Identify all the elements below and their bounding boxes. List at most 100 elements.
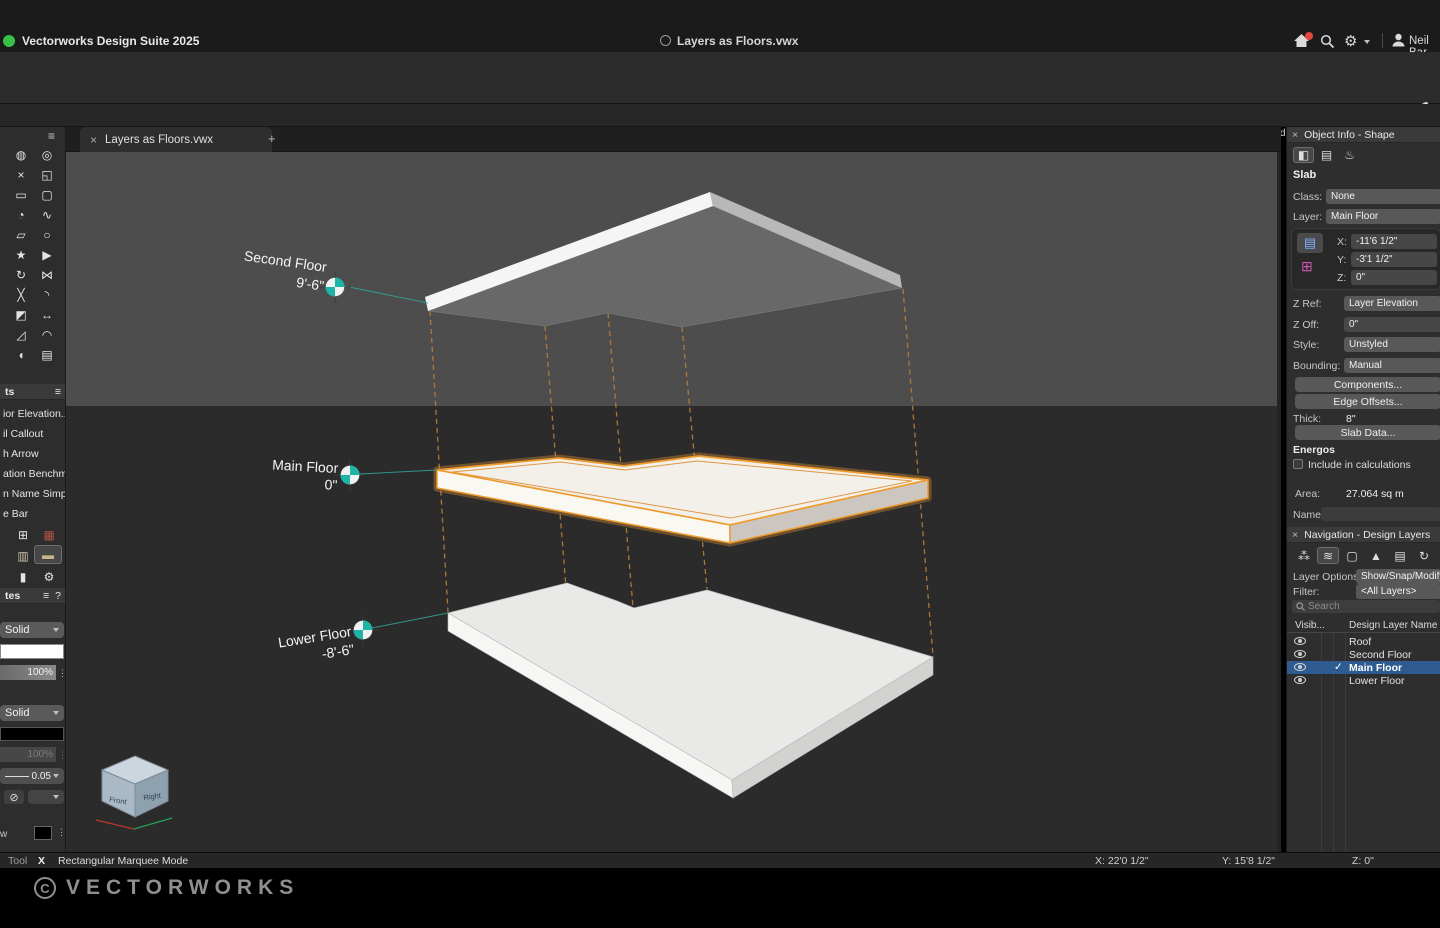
- layer-field[interactable]: Main Floor: [1326, 209, 1440, 224]
- pan-tool[interactable]: ×: [8, 165, 34, 185]
- pen-style-dropdown[interactable]: Solid: [0, 705, 64, 721]
- circle-tool[interactable]: ○: [34, 225, 60, 245]
- palette-menu-icon[interactable]: ≡: [48, 129, 55, 143]
- oip-render-tab[interactable]: ♨: [1339, 147, 1360, 163]
- navigation-close-icon[interactable]: ×: [1292, 529, 1298, 541]
- gear-icon[interactable]: ⚙: [1344, 32, 1357, 50]
- y-field[interactable]: -3'1 1/2": [1351, 252, 1437, 267]
- tape-measure-tool[interactable]: ▤: [34, 345, 60, 365]
- selection-pointer-tool[interactable]: ▶: [34, 245, 60, 265]
- z-ref-field[interactable]: Layer Elevation: [1344, 296, 1440, 311]
- flyover-tool[interactable]: ◍: [8, 145, 34, 165]
- rotate-tool[interactable]: ↻: [8, 265, 34, 285]
- push-pull-tool[interactable]: ◱: [34, 165, 60, 185]
- extrude-tool[interactable]: ◩: [8, 305, 34, 325]
- fill-opacity-slider[interactable]: 100%: [0, 665, 56, 680]
- name-column-header[interactable]: Design Layer Name: [1349, 620, 1437, 631]
- viewport-3d[interactable]: Second Floor 9'-6" Main Floor 0" Lower F…: [66, 152, 1281, 852]
- trim-tool[interactable]: ╳: [8, 285, 34, 305]
- screen-plane-icon[interactable]: ▤: [1297, 233, 1323, 253]
- stake-list-item[interactable]: ation Benchm...: [0, 464, 66, 484]
- fill-opacity-menu-icon[interactable]: ⋮: [58, 668, 66, 679]
- nav-tab-saved-views[interactable]: ▤: [1389, 547, 1411, 564]
- stake-list-item[interactable]: e Bar: [0, 504, 66, 524]
- nav-tab-classes[interactable]: ⁂: [1293, 547, 1315, 564]
- keynote-icon[interactable]: ▮: [10, 567, 36, 587]
- line-weight-dropdown[interactable]: 0.05: [0, 768, 64, 784]
- layer-search-box[interactable]: [1292, 600, 1440, 613]
- offset-tool[interactable]: ◿: [8, 325, 34, 345]
- navigation-header[interactable]: × Navigation - Design Layers: [1287, 527, 1440, 543]
- line-type-icon[interactable]: ⊘: [4, 790, 24, 804]
- attributes-menu-icon[interactable]: ≡: [43, 590, 49, 602]
- include-calculations-checkbox[interactable]: [1293, 459, 1303, 469]
- protractor-tool[interactable]: ◖: [8, 345, 34, 365]
- rounded-rectangle-tool[interactable]: ▢: [34, 185, 60, 205]
- layer-plane-icon[interactable]: ⊞: [1301, 258, 1313, 275]
- lower-floor-visibility-icon[interactable]: [1294, 676, 1306, 684]
- class-field[interactable]: None: [1326, 189, 1440, 204]
- magic-wand-tool[interactable]: ★: [8, 245, 34, 265]
- nav-tab-sheet-layers[interactable]: ▢: [1341, 547, 1363, 564]
- grid-tool-icon[interactable]: ⊞: [10, 525, 36, 545]
- roof-visibility-icon[interactable]: [1294, 637, 1306, 645]
- canvas-right-gutter[interactable]: [1277, 152, 1281, 852]
- stake-list-item[interactable]: ior Elevation...: [0, 404, 66, 424]
- layer-options-dropdown[interactable]: Show/Snap/Modify O: [1356, 569, 1440, 584]
- arc-tool[interactable]: ◔: [8, 205, 34, 225]
- stakes-menu-icon[interactable]: ≡: [55, 386, 61, 398]
- filter-dropdown[interactable]: <All Layers>: [1356, 584, 1440, 599]
- fillet-tool[interactable]: ◝: [34, 285, 60, 305]
- x-field[interactable]: -11'6 1/2": [1351, 234, 1437, 249]
- line-type-dropdown[interactable]: [28, 790, 64, 804]
- stake-list-item[interactable]: n Name Simple: [0, 484, 66, 504]
- new-tab-button[interactable]: +: [268, 131, 276, 146]
- second-floor-visibility-icon[interactable]: [1294, 650, 1306, 658]
- stakes-panel-header[interactable]: ts ≡: [0, 384, 66, 400]
- style-field[interactable]: Unstyled: [1344, 337, 1440, 352]
- layer-row-second-floor[interactable]: Second Floor: [1287, 648, 1440, 661]
- edge-offsets-button[interactable]: Edge Offsets...: [1295, 394, 1440, 409]
- main-floor-visibility-icon[interactable]: [1294, 663, 1306, 671]
- zoom-tool[interactable]: ◎: [34, 145, 60, 165]
- polygon-tool[interactable]: ▱: [8, 225, 34, 245]
- freehand-tool[interactable]: ∿: [34, 205, 60, 225]
- gear-chevron-icon[interactable]: [1364, 40, 1370, 44]
- nav-tab-design-layers[interactable]: ≋: [1317, 547, 1339, 564]
- pen-color-swatch[interactable]: [0, 727, 64, 741]
- tab-close-icon[interactable]: ×: [90, 133, 97, 147]
- layer-row-roof[interactable]: Roof: [1287, 635, 1440, 648]
- layer-row-main-floor[interactable]: ✓ Main Floor: [1287, 661, 1440, 674]
- components-button[interactable]: Components...: [1295, 377, 1440, 392]
- stake-list-item[interactable]: h Arrow: [0, 444, 66, 464]
- name-field[interactable]: [1321, 507, 1440, 521]
- fill-color-swatch[interactable]: [0, 644, 64, 659]
- visibility-column-header[interactable]: Visib...: [1295, 620, 1325, 631]
- search-icon[interactable]: [1320, 34, 1335, 54]
- shadow-color-swatch[interactable]: [34, 826, 52, 840]
- mirror-tool[interactable]: ⋈: [34, 265, 60, 285]
- building-tool-icon[interactable]: ▦: [36, 525, 62, 545]
- object-info-close-icon[interactable]: ×: [1292, 129, 1298, 141]
- shadow-menu-icon[interactable]: ⋮: [57, 827, 66, 838]
- titlebar-doc-title[interactable]: Layers as Floors.vwx: [677, 34, 798, 48]
- reshape-tool[interactable]: ↔: [34, 305, 60, 325]
- rectangle-tool[interactable]: ▭: [8, 185, 34, 205]
- attributes-panel-header[interactable]: tes ≡ ?: [0, 588, 66, 604]
- document-tab[interactable]: × Layers as Floors.vwx: [80, 127, 272, 152]
- image-prop-icon[interactable]: ▥: [10, 546, 36, 566]
- user-icon[interactable]: [1392, 33, 1405, 52]
- stake-list-item[interactable]: il Callout: [0, 424, 66, 444]
- traffic-light-green[interactable]: [3, 35, 15, 47]
- nav-tab-viewports[interactable]: ▲: [1365, 547, 1387, 564]
- oip-shape-tab[interactable]: ◧: [1293, 147, 1314, 163]
- layer-row-lower-floor[interactable]: Lower Floor: [1287, 674, 1440, 687]
- thick-value[interactable]: 8": [1346, 413, 1356, 425]
- slab-data-button[interactable]: Slab Data...: [1295, 425, 1440, 440]
- bounding-field[interactable]: Manual: [1344, 358, 1440, 373]
- z-off-field[interactable]: 0": [1344, 317, 1440, 332]
- z-field[interactable]: 0": [1351, 270, 1437, 285]
- scale-bar-icon[interactable]: ▬: [34, 545, 62, 564]
- attributes-help-icon[interactable]: ?: [55, 590, 61, 602]
- layer-search-input[interactable]: [1308, 601, 1418, 612]
